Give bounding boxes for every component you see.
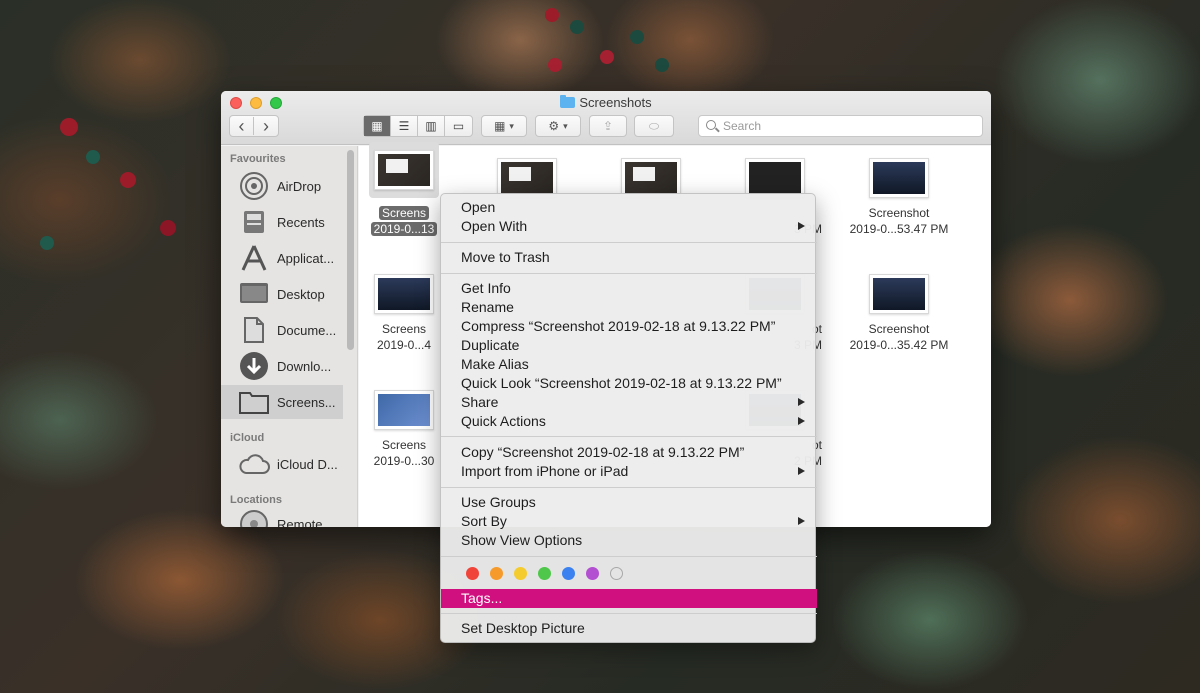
chevron-down-icon: ▾ xyxy=(563,120,568,131)
file-thumbnail-selection xyxy=(369,142,439,198)
sidebar-item-airdrop[interactable]: AirDrop xyxy=(221,169,343,203)
submenu-arrow-icon xyxy=(798,467,805,475)
back-button[interactable]: ‹ xyxy=(230,117,254,135)
search-icon xyxy=(706,120,716,130)
remote-disc-icon xyxy=(238,509,270,527)
menu-item-share[interactable]: Share xyxy=(441,393,817,412)
file-thumbnail xyxy=(745,158,805,198)
submenu-arrow-icon xyxy=(798,517,805,525)
folder-icon xyxy=(560,95,576,108)
menu-item-move-to-trash[interactable]: Move to Trash xyxy=(441,248,817,267)
view-mode-control: ▦ ☰ ▥ ▭ xyxy=(363,115,473,137)
file-item[interactable]: Screenshot 2019-0...35.42 PM xyxy=(844,274,954,353)
file-thumbnail xyxy=(621,158,681,198)
forward-button[interactable]: › xyxy=(254,117,278,135)
menu-item-quick-actions[interactable]: Quick Actions xyxy=(441,412,817,431)
sidebar: Favourites AirDrop Recents Applicat... D… xyxy=(221,146,358,527)
share-icon: ⇪ xyxy=(602,119,614,133)
file-thumbnail xyxy=(869,274,929,314)
sidebar-header-locations: Locations xyxy=(230,494,282,506)
sidebar-header-icloud: iCloud xyxy=(230,432,265,444)
menu-separator xyxy=(441,556,817,557)
file-name: Screenshot 2019-0...35.42 PM xyxy=(849,322,949,352)
file-item[interactable] xyxy=(472,158,582,198)
sidebar-item-icloud-drive[interactable]: iCloud D... xyxy=(221,447,343,481)
menu-separator xyxy=(441,273,817,274)
menu-separator xyxy=(441,436,817,437)
column-view-button[interactable]: ▥ xyxy=(418,116,445,136)
folder-icon xyxy=(238,387,270,417)
submenu-arrow-icon xyxy=(798,398,805,406)
menu-item-duplicate[interactable]: Duplicate xyxy=(441,336,817,355)
search-field[interactable]: Search xyxy=(698,115,983,137)
menu-item-quick-look[interactable]: Quick Look “Screenshot 2019-02-18 at 9.1… xyxy=(441,374,817,393)
menu-item-open-with[interactable]: Open With xyxy=(441,217,817,236)
submenu-arrow-icon xyxy=(798,222,805,230)
menu-item-sort-by[interactable]: Sort By xyxy=(441,512,817,531)
menu-item-copy[interactable]: Copy “Screenshot 2019-02-18 at 9.13.22 P… xyxy=(441,443,817,462)
menu-item-rename[interactable]: Rename xyxy=(441,298,817,317)
airdrop-icon xyxy=(238,171,270,201)
tag-blue[interactable] xyxy=(562,567,575,580)
sidebar-item-desktop[interactable]: Desktop xyxy=(221,277,343,311)
sidebar-item-remote-disc[interactable]: Remote... xyxy=(221,507,343,527)
gallery-view-button[interactable]: ▭ xyxy=(445,116,472,136)
file-thumbnail xyxy=(497,158,557,198)
sidebar-item-recents[interactable]: Recents xyxy=(221,205,343,239)
menu-item-show-view-options[interactable]: Show View Options xyxy=(441,531,817,550)
menu-item-set-desktop-picture[interactable]: Set Desktop Picture xyxy=(441,619,817,638)
group-icon: ▦ xyxy=(494,119,506,133)
group-button[interactable]: ▦ ▾ xyxy=(481,115,527,137)
desktop-icon xyxy=(238,279,270,309)
icloud-icon xyxy=(238,449,270,479)
menu-item-make-alias[interactable]: Make Alias xyxy=(441,355,817,374)
tag-yellow[interactable] xyxy=(514,567,527,580)
chevron-down-icon: ▾ xyxy=(509,120,514,131)
file-thumbnail xyxy=(869,158,929,198)
menu-item-open[interactable]: Open xyxy=(441,198,817,217)
submenu-arrow-icon xyxy=(798,417,805,425)
window-title: Screenshots xyxy=(221,95,991,110)
file-thumbnail xyxy=(374,390,434,430)
tag-color-row xyxy=(466,567,623,580)
sidebar-item-downloads[interactable]: Downlo... xyxy=(221,349,343,383)
tag-icon: ⬭ xyxy=(648,118,660,133)
file-name: Screenshot 2019-0...53.47 PM xyxy=(849,206,949,236)
menu-item-get-info[interactable]: Get Info xyxy=(441,279,817,298)
tag-red[interactable] xyxy=(466,567,479,580)
file-item[interactable] xyxy=(596,158,706,198)
share-button[interactable]: ⇪ xyxy=(589,115,627,137)
search-placeholder: Search xyxy=(723,119,762,133)
file-thumbnail xyxy=(374,150,434,190)
tag-gray[interactable] xyxy=(610,567,623,580)
gear-icon: ⚙ xyxy=(548,119,560,133)
nav-buttons: ‹ › xyxy=(229,115,279,137)
title-bar: Screenshots ‹ › ▦ ☰ ▥ ▭ ▦ ▾ ⚙ ▾ ⇪ ⬭ Sear… xyxy=(221,91,991,145)
sidebar-item-screenshots[interactable]: Screens... xyxy=(221,385,343,419)
sidebar-item-applications[interactable]: Applicat... xyxy=(221,241,343,275)
tag-green[interactable] xyxy=(538,567,551,580)
applications-icon xyxy=(238,243,270,273)
file-item[interactable]: Screenshot 2019-0...53.47 PM xyxy=(844,158,954,237)
menu-item-use-groups[interactable]: Use Groups xyxy=(441,493,817,512)
documents-icon xyxy=(238,315,270,345)
menu-item-import-from-iphone[interactable]: Import from iPhone or iPad xyxy=(441,462,817,481)
recents-icon xyxy=(238,207,270,237)
tag-purple[interactable] xyxy=(586,567,599,580)
sidebar-header-favourites: Favourites xyxy=(230,153,286,165)
menu-separator xyxy=(441,613,817,614)
menu-separator xyxy=(441,242,817,243)
tag-orange[interactable] xyxy=(490,567,503,580)
menu-item-tags[interactable]: Tags... xyxy=(441,589,817,608)
list-view-button[interactable]: ☰ xyxy=(391,116,418,136)
file-thumbnail xyxy=(374,274,434,314)
tag-button[interactable]: ⬭ xyxy=(634,115,674,137)
downloads-icon xyxy=(238,351,270,381)
action-button[interactable]: ⚙ ▾ xyxy=(535,115,581,137)
context-menu: Open Open With Move to Trash Get Info Re… xyxy=(440,193,817,643)
menu-item-compress[interactable]: Compress “Screenshot 2019-02-18 at 9.13.… xyxy=(441,317,817,336)
icon-view-button[interactable]: ▦ xyxy=(364,116,391,136)
sidebar-item-documents[interactable]: Docume... xyxy=(221,313,343,347)
menu-separator xyxy=(441,487,817,488)
